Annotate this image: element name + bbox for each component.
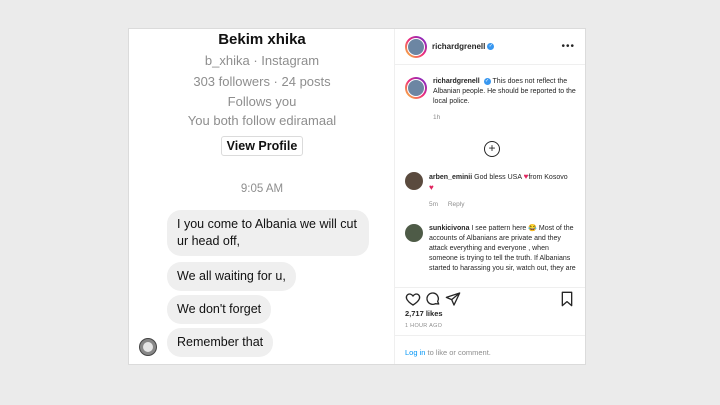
- comment-text-continued: from Kosovo: [528, 174, 568, 181]
- dm-message-bubble: Remember that: [167, 328, 274, 357]
- caption-username[interactable]: richardgrenell: [433, 78, 480, 85]
- more-horizontal-icon[interactable]: •••: [561, 41, 575, 52]
- caption-time: 1h: [433, 114, 441, 121]
- author-username[interactable]: richardgrenell: [432, 42, 485, 51]
- comment-text: I see pattern here 😂 Most of the account…: [429, 225, 576, 272]
- dm-message-bubble: I you come to Albania we will cut ur hea…: [167, 210, 369, 256]
- view-profile-button: View Profile: [221, 136, 303, 156]
- comment-username[interactable]: sunkicivona: [429, 225, 469, 232]
- author-avatar[interactable]: [405, 35, 427, 58]
- dm-mutual-line: You both follow ediramaal: [187, 113, 337, 128]
- post-image: Bekim xhika b_xhika · Instagram 303 foll…: [129, 29, 395, 364]
- login-prompt-text: to like or comment.: [427, 348, 491, 357]
- login-link[interactable]: Log in: [405, 348, 425, 357]
- save-bookmark-icon[interactable]: [559, 291, 575, 307]
- dm-timestamp: 9:05 AM: [240, 183, 284, 195]
- post-age: 1 HOUR AGO: [405, 323, 443, 329]
- dm-message-bubble: We don't forget: [167, 295, 272, 324]
- post-header: richardgrenell ✓ •••: [395, 29, 585, 65]
- dm-handle-line: b_xhika · Instagram: [204, 53, 320, 68]
- like-heart-icon[interactable]: [405, 291, 421, 307]
- comment-text: God bless USA: [474, 174, 522, 181]
- load-more-comments-icon[interactable]: +: [484, 141, 500, 157]
- commenter-avatar[interactable]: [405, 172, 423, 190]
- share-send-icon[interactable]: [445, 291, 461, 307]
- comment-item: arben_eminii God bless USA ♥from Kosovo …: [405, 172, 577, 210]
- dm-sender-avatar: [139, 338, 157, 356]
- post-side-panel: richardgrenell ✓ ••• richardgrenell ✓ Th…: [395, 29, 585, 364]
- login-prompt: Log in to like or comment.: [395, 335, 585, 365]
- verified-badge-icon: ✓: [487, 43, 495, 50]
- comment-item: sunkicivona I see pattern here 😂 Most of…: [405, 224, 577, 284]
- caption-avatar[interactable]: [405, 77, 427, 99]
- reply-link[interactable]: Reply: [448, 201, 465, 208]
- comment-bubble-icon[interactable]: [425, 291, 441, 307]
- red-heart-emoji-icon: ♥: [429, 183, 434, 192]
- comment-time: 5m: [429, 201, 439, 208]
- dm-message-bubble: We all waiting for u,: [167, 262, 296, 291]
- likes-count[interactable]: 2,717 likes: [405, 309, 443, 318]
- dm-follows-line: Follows you: [227, 94, 297, 109]
- post-caption: richardgrenell ✓ This does not reflect t…: [405, 77, 577, 123]
- commenter-avatar[interactable]: [405, 224, 423, 242]
- dm-profile-name: Bekim xhika: [218, 31, 306, 48]
- comment-username[interactable]: arben_eminii: [429, 174, 472, 181]
- verified-badge-icon: ✓: [483, 77, 491, 85]
- dm-stats-line: 303 followers · 24 posts: [193, 74, 331, 89]
- instagram-post: Bekim xhika b_xhika · Instagram 303 foll…: [128, 28, 586, 365]
